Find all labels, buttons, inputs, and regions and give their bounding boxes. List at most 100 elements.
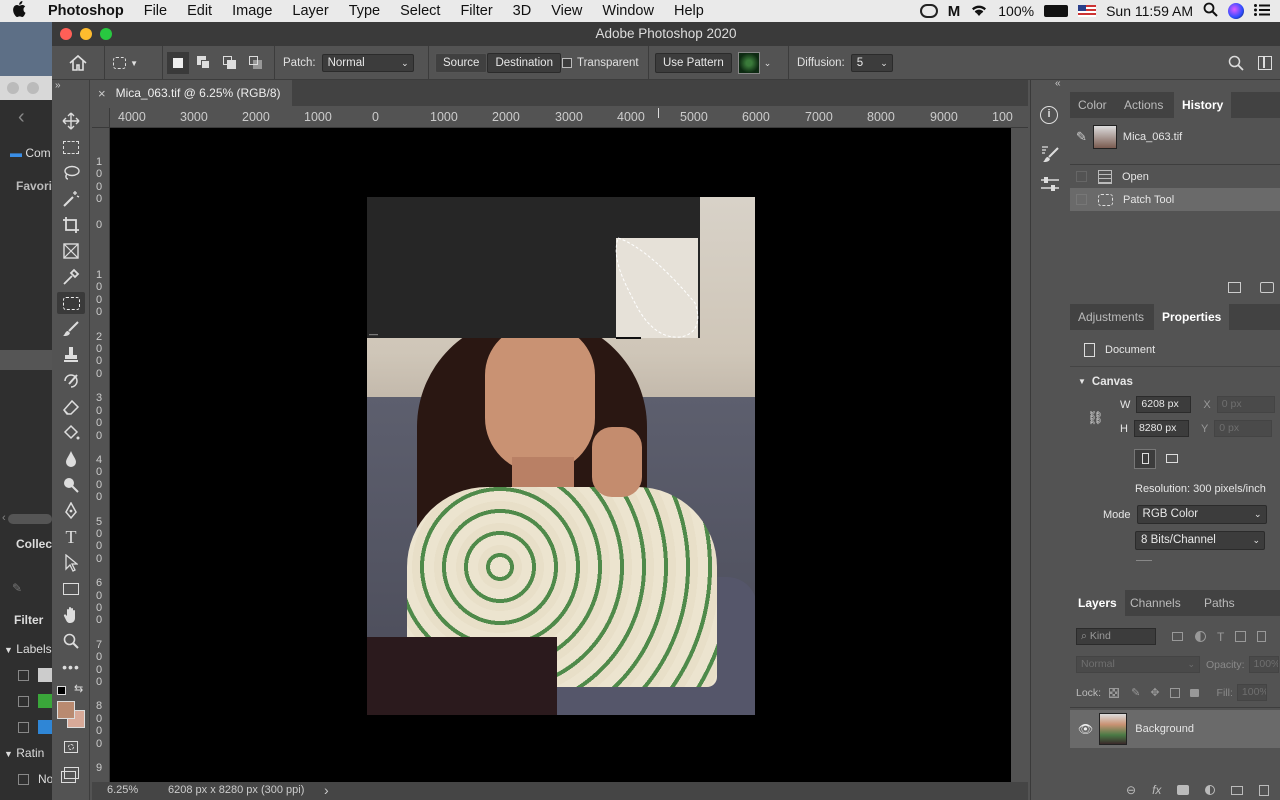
back-chevron-icon[interactable]: ‹: [18, 106, 25, 129]
tab-actions[interactable]: Actions: [1116, 92, 1171, 118]
properties-scroll-indicator[interactable]: [1136, 560, 1152, 561]
history-state-checkbox[interactable]: [1076, 171, 1087, 182]
transparent-option[interactable]: Transparent: [562, 46, 639, 80]
patch-selection-outline[interactable]: [610, 233, 710, 343]
fill-field[interactable]: 100%: [1236, 684, 1267, 701]
menu-app-name[interactable]: Photoshop: [38, 3, 134, 19]
apple-icon[interactable]: [0, 0, 38, 22]
label-checkbox-2[interactable]: [18, 696, 29, 707]
pattern-swatch[interactable]: [737, 52, 760, 74]
layer-kind-filter[interactable]: ⌕ Kind: [1076, 628, 1156, 645]
document-info[interactable]: 6208 px x 8280 px (300 ppi): [168, 784, 304, 796]
filter-smart-object-icon[interactable]: [1257, 631, 1267, 642]
us-flag-icon[interactable]: [1078, 5, 1097, 17]
history-brush-source-icon[interactable]: ✎: [1076, 129, 1087, 145]
type-tool-icon[interactable]: T: [57, 526, 85, 548]
new-layer-icon[interactable]: [1259, 784, 1270, 796]
zoom-window-button[interactable]: [100, 28, 112, 40]
menu-select[interactable]: Select: [390, 3, 450, 19]
landscape-orientation-button[interactable]: [1162, 449, 1184, 469]
new-fill-adjustment-icon[interactable]: [1205, 785, 1216, 795]
brush-tool-icon[interactable]: [57, 318, 85, 340]
canvas-section-header[interactable]: ▼ Canvas: [1070, 370, 1280, 393]
clone-stamp-tool-icon[interactable]: [57, 344, 85, 366]
height-field[interactable]: 8280 px: [1133, 420, 1189, 437]
home-icon[interactable]: [68, 46, 88, 80]
opacity-field[interactable]: 100%: [1248, 656, 1279, 673]
history-brush-tool-icon[interactable]: [57, 370, 85, 392]
layer-visibility-eye-icon[interactable]: 👁: [1078, 722, 1093, 736]
blend-mode-select[interactable]: Normal ⌄: [1076, 656, 1200, 673]
rating-checkbox[interactable]: [18, 774, 29, 785]
move-tool-icon[interactable]: [57, 110, 85, 132]
magic-wand-tool-icon[interactable]: [57, 188, 85, 210]
filter-shape-icon[interactable]: [1235, 631, 1247, 642]
search-icon[interactable]: [1228, 46, 1244, 80]
swap-colors-icon[interactable]: ⇆: [74, 682, 83, 695]
bg-close-dot[interactable]: [7, 82, 19, 94]
menu-filter[interactable]: Filter: [450, 3, 502, 19]
creative-cloud-icon[interactable]: [919, 4, 938, 18]
patch-mode-select[interactable]: Normal ⌄: [321, 54, 414, 72]
new-selection-icon[interactable]: [167, 52, 189, 74]
document-canvas[interactable]: —: [110, 128, 1011, 782]
zoom-level[interactable]: 6.25%: [107, 784, 138, 796]
add-selection-icon[interactable]: [193, 52, 215, 74]
history-state-patch-tool[interactable]: Patch Tool: [1070, 188, 1280, 211]
use-pattern-button[interactable]: Use Pattern: [655, 53, 732, 73]
collapse-panels-icon[interactable]: «: [1055, 78, 1061, 89]
lock-all-icon[interactable]: [1189, 688, 1199, 697]
lock-image-icon[interactable]: ✎: [1131, 686, 1140, 699]
hand-tool-icon[interactable]: [57, 604, 85, 626]
bg-com-item[interactable]: ▬ Com: [10, 146, 51, 160]
menu-layer[interactable]: Layer: [282, 3, 338, 19]
eraser-tool-icon[interactable]: [57, 396, 85, 418]
tab-adjustments[interactable]: Adjustments: [1070, 304, 1152, 330]
layer-style-fx-icon[interactable]: fx: [1152, 783, 1161, 797]
battery-icon[interactable]: [1044, 5, 1069, 17]
layer-row-background[interactable]: 👁 Background: [1070, 710, 1280, 748]
link-layers-icon[interactable]: ⊖: [1126, 783, 1136, 797]
close-document-button[interactable]: ×: [98, 86, 106, 101]
source-button[interactable]: Source: [435, 53, 488, 73]
zoom-tool-icon[interactable]: [57, 630, 85, 652]
menu-file[interactable]: File: [134, 3, 177, 19]
transparent-checkbox[interactable]: [562, 58, 572, 68]
bg-ratings-item[interactable]: ▼ Ratin: [4, 746, 44, 760]
menu-type[interactable]: Type: [339, 3, 390, 19]
bg-scrollbar[interactable]: [8, 514, 52, 524]
x-field[interactable]: 0 px: [1216, 396, 1275, 413]
menu-window[interactable]: Window: [592, 3, 664, 19]
history-snapshot-row[interactable]: ✎ Mica_063.tif: [1070, 120, 1280, 154]
new-document-from-state-icon[interactable]: [1228, 282, 1241, 293]
tab-properties[interactable]: Properties: [1154, 304, 1230, 330]
add-mask-icon[interactable]: [1177, 785, 1190, 795]
more-tools-icon[interactable]: •••: [57, 656, 85, 678]
portrait-orientation-button[interactable]: [1134, 449, 1156, 469]
tab-layers[interactable]: Layers: [1070, 590, 1125, 616]
info-panel-icon[interactable]: i: [1040, 106, 1058, 124]
bg-minimize-dot[interactable]: [27, 82, 39, 94]
label-checkbox-1[interactable]: [18, 670, 29, 681]
intersect-selection-icon[interactable]: [245, 52, 267, 74]
history-state-checkbox[interactable]: [1076, 194, 1087, 205]
brush-settings-icon[interactable]: [1040, 144, 1060, 169]
patch-tool-icon[interactable]: [57, 292, 85, 314]
menu-view[interactable]: View: [541, 3, 592, 19]
rectangle-tool-icon[interactable]: [57, 578, 85, 600]
horizontal-ruler[interactable]: 4000 3000 2000 1000 0 1000 2000 3000 400…: [110, 108, 1028, 128]
filter-adjustment-icon[interactable]: [1195, 631, 1206, 642]
pencil-icon[interactable]: ✎: [12, 581, 22, 595]
bg-selected-row[interactable]: [0, 350, 52, 370]
tab-channels[interactable]: Channels: [1122, 590, 1189, 616]
filter-pixel-icon[interactable]: [1172, 632, 1183, 641]
close-window-button[interactable]: [60, 28, 72, 40]
lasso-tool-icon[interactable]: [57, 162, 85, 184]
lock-artboard-icon[interactable]: [1169, 687, 1180, 698]
paint-bucket-tool-icon[interactable]: [57, 422, 85, 444]
spotlight-search-icon[interactable]: [1203, 2, 1218, 20]
default-colors-icon[interactable]: [57, 686, 66, 695]
siri-icon[interactable]: [1228, 3, 1244, 19]
tool-preset-picker[interactable]: ▼: [104, 46, 138, 80]
scroll-left-icon[interactable]: ‹: [2, 512, 6, 524]
